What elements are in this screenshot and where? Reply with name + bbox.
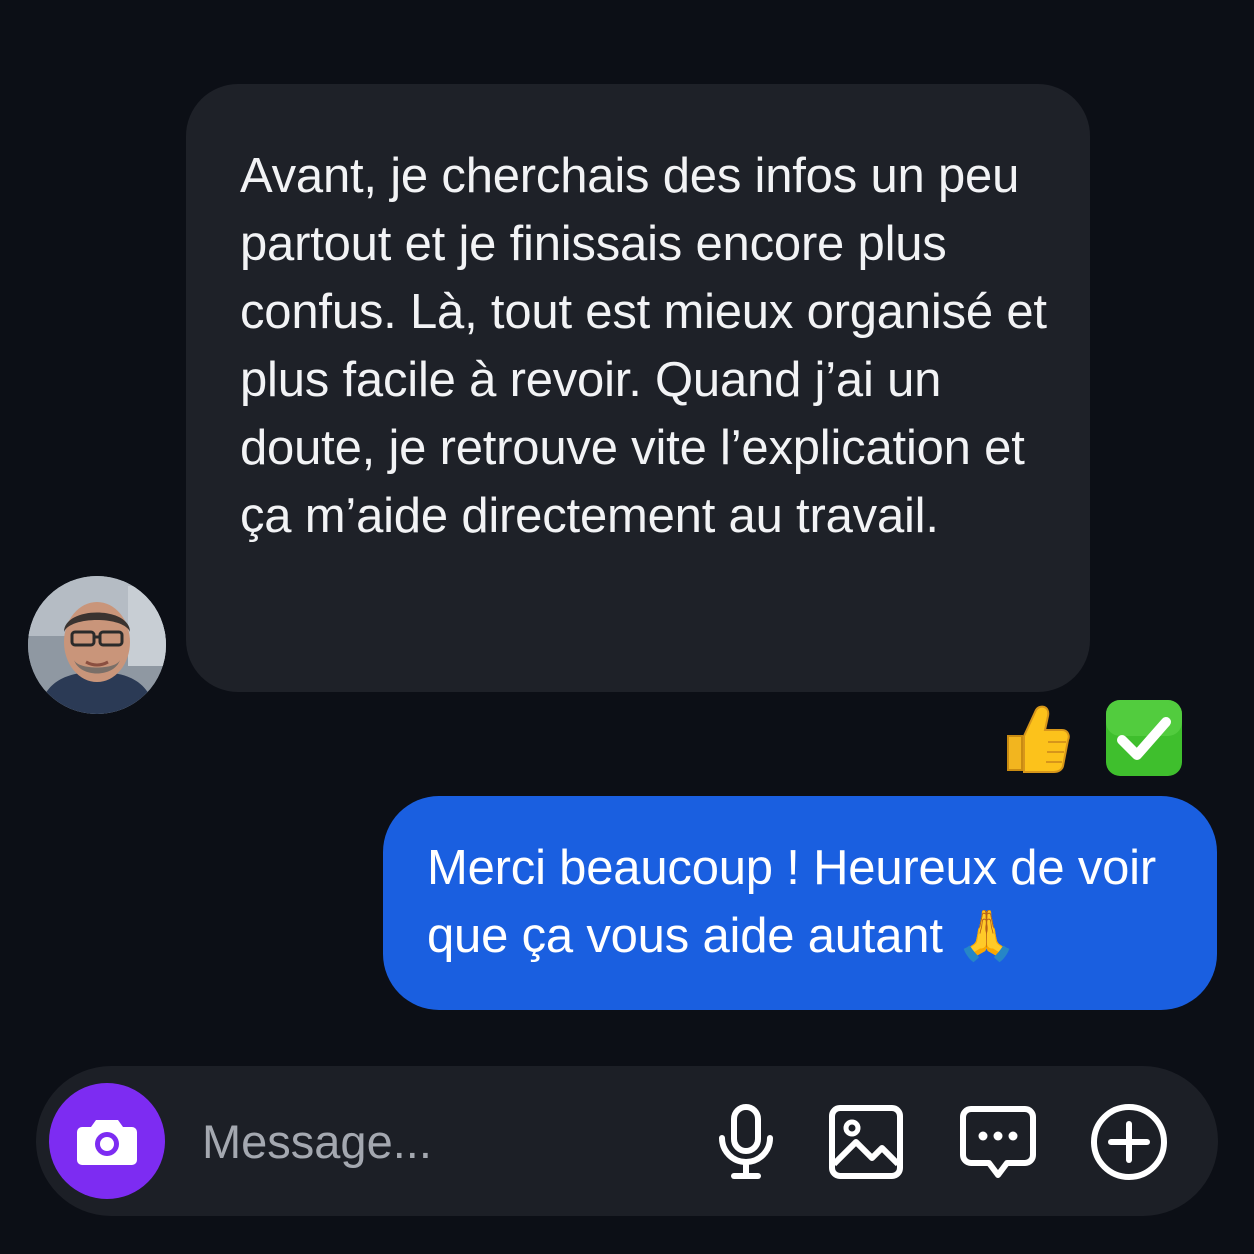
camera-icon: [77, 1120, 137, 1165]
incoming-message-bubble[interactable]: Avant, je cherchais des infos un peu par…: [186, 84, 1090, 692]
plus-circle-icon: [1091, 1104, 1167, 1180]
microphone-button[interactable]: [706, 1102, 786, 1182]
outgoing-message-text: Merci beaucoup ! Heureux de voir que ça …: [427, 841, 1156, 963]
thumbs-up-icon[interactable]: [996, 698, 1076, 778]
avatar-photo: [28, 576, 166, 714]
microphone-icon: [719, 1104, 773, 1179]
message-composer: [36, 1066, 1218, 1216]
check-mark-button-icon[interactable]: [1104, 698, 1184, 778]
message-options-button[interactable]: [958, 1102, 1038, 1182]
incoming-message-text: Avant, je cherchais des infos un peu par…: [240, 149, 1047, 543]
chat-screen: Avant, je cherchais des infos un peu par…: [0, 0, 1254, 1254]
image-button[interactable]: [826, 1102, 906, 1182]
camera-button[interactable]: [49, 1083, 165, 1199]
image-icon: [829, 1105, 903, 1179]
message-reactions: [996, 698, 1184, 778]
message-dots-icon: [960, 1106, 1036, 1178]
avatar[interactable]: [28, 576, 166, 714]
add-button[interactable]: [1089, 1102, 1169, 1182]
message-input[interactable]: [202, 1108, 682, 1174]
outgoing-message-bubble[interactable]: Merci beaucoup ! Heureux de voir que ça …: [383, 796, 1217, 1010]
